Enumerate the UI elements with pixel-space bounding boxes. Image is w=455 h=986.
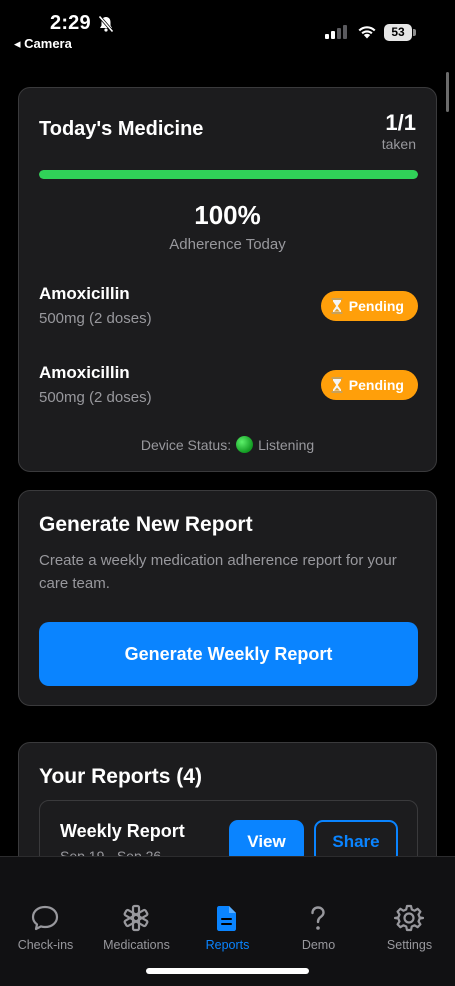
generate-weekly-report-button[interactable]: Generate Weekly Report — [39, 622, 418, 686]
tab-label: Reports — [205, 938, 250, 952]
document-icon — [217, 906, 236, 931]
medication-dose: 500mg (2 doses) — [39, 389, 152, 406]
device-status-label: Device Status: — [140, 436, 232, 453]
generate-report-card: Generate New Report Create a weekly medi… — [18, 490, 437, 706]
question-mark-icon — [311, 906, 325, 930]
adherence-percent-label: Adherence Today — [169, 236, 286, 253]
battery-indicator: 53 — [384, 24, 416, 41]
hourglass-icon — [331, 377, 343, 393]
taken-count: 1/1 — [385, 110, 416, 135]
medicine-card-title: Today's Medicine — [39, 118, 204, 140]
status-time: 2:29 — [50, 12, 91, 34]
tab-label: Medications — [103, 938, 170, 952]
tab-label: Settings — [386, 938, 433, 952]
tab-settings[interactable]: Settings — [364, 857, 455, 957]
tab-check-ins[interactable]: Check-ins — [0, 857, 91, 957]
adherence-progress-bar — [39, 170, 418, 179]
medication-row[interactable]: Amoxicillin 500mg (2 doses) Pending — [39, 284, 418, 334]
report-name: Weekly Report — [60, 821, 185, 841]
generate-report-title: Generate New Report — [39, 513, 253, 536]
pending-status-badge[interactable]: Pending — [320, 291, 418, 321]
tab-bar: Check-ins Medications Reports Demo Setti… — [0, 856, 455, 986]
medical-star-icon — [123, 904, 149, 932]
medication-name: Amoxicillin — [39, 363, 130, 382]
adherence-progress-fill — [39, 170, 418, 179]
back-to-app-link[interactable]: ◂ Camera — [14, 36, 72, 52]
tab-demo[interactable]: Demo — [273, 857, 364, 957]
tab-reports[interactable]: Reports — [182, 857, 273, 957]
medication-dose: 500mg (2 doses) — [39, 310, 152, 327]
hourglass-icon — [331, 298, 343, 314]
your-reports-title: Your Reports (4) — [39, 765, 202, 788]
adherence-percent: 100% — [194, 200, 261, 230]
status-bar: 2:29 ◂ Camera 53 — [0, 0, 455, 56]
cellular-signal-icon — [325, 25, 347, 39]
tab-label: Check-ins — [17, 938, 74, 952]
home-indicator[interactable] — [146, 968, 309, 974]
generate-report-description: Create a weekly medication adherence rep… — [39, 552, 397, 592]
pending-label: Pending — [348, 298, 404, 314]
app-screen: 2:29 ◂ Camera 53 Today's Medicine 1/1 ta… — [0, 0, 455, 986]
battery-level: 53 — [384, 24, 412, 41]
scroll-indicator[interactable] — [446, 72, 449, 112]
green-status-dot-icon — [236, 436, 254, 453]
bell-muted-icon — [98, 15, 114, 33]
wifi-icon — [358, 26, 376, 39]
medication-row[interactable]: Amoxicillin 500mg (2 doses) Pending — [39, 363, 418, 413]
pending-status-badge[interactable]: Pending — [320, 370, 418, 400]
pending-label: Pending — [348, 377, 404, 393]
medication-name: Amoxicillin — [39, 284, 130, 303]
taken-label: taken — [381, 136, 416, 152]
battery-nub — [413, 29, 416, 36]
gear-icon — [394, 904, 424, 932]
tab-medications[interactable]: Medications — [91, 857, 182, 957]
device-status-value: Listening — [258, 436, 315, 453]
device-status: Device Status: Listening — [19, 436, 436, 453]
tab-label: Demo — [301, 938, 336, 952]
chat-bubble-icon — [31, 905, 59, 931]
todays-medicine-card: Today's Medicine 1/1 taken 100% Adherenc… — [18, 87, 437, 472]
